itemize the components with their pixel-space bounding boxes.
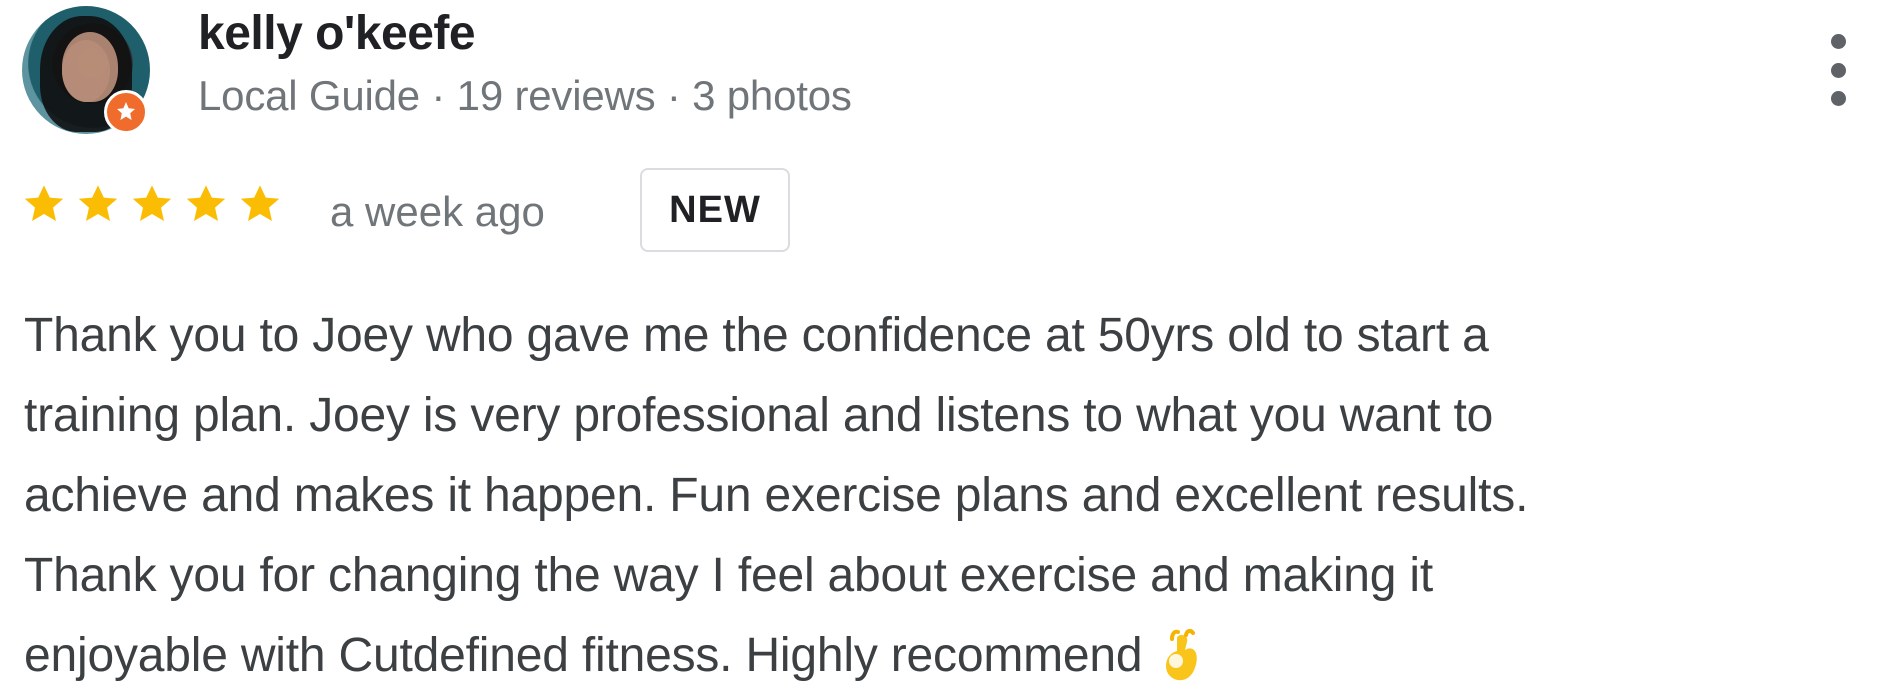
review-time: a week ago xyxy=(330,188,545,235)
local-guide-star-icon-svg xyxy=(117,102,135,120)
new-badge: NEW xyxy=(640,168,790,252)
review-text: Thank you to Joey who gave me the confid… xyxy=(24,296,1844,696)
ok-hand-emoji xyxy=(1166,628,1198,681)
review-line: training plan. Joey is very professional… xyxy=(24,389,1494,442)
rating-stars xyxy=(20,181,284,229)
reviewer-name[interactable]: kelly o'keefe xyxy=(198,6,476,61)
review-line: achieve and makes it happen. Fun exercis… xyxy=(24,469,1529,522)
star-icon xyxy=(78,185,118,221)
review-line-last: enjoyable with Cutdefined fitness. Highl… xyxy=(24,616,1844,696)
more-vertical-icon[interactable] xyxy=(1822,34,1854,106)
more-dot xyxy=(1830,34,1846,49)
star-icon xyxy=(132,185,172,221)
star-icon xyxy=(186,185,226,221)
review-line: enjoyable with Cutdefined fitness. Highl… xyxy=(24,629,1143,682)
review-line: Thank you for changing the way I feel ab… xyxy=(24,549,1433,602)
local-guide-star-icon xyxy=(104,90,148,134)
reviewer-meta[interactable]: Local Guide · 19 reviews · 3 photos xyxy=(198,72,852,120)
review-line: Thank you to Joey who gave me the confid… xyxy=(24,309,1489,362)
star-icon xyxy=(240,185,280,221)
review-card: kelly o'keefe Local Guide · 19 reviews ·… xyxy=(0,0,1880,693)
star-icon xyxy=(24,185,64,221)
more-dot xyxy=(1830,91,1846,106)
avatar-face xyxy=(62,32,118,102)
more-dot xyxy=(1830,62,1846,78)
